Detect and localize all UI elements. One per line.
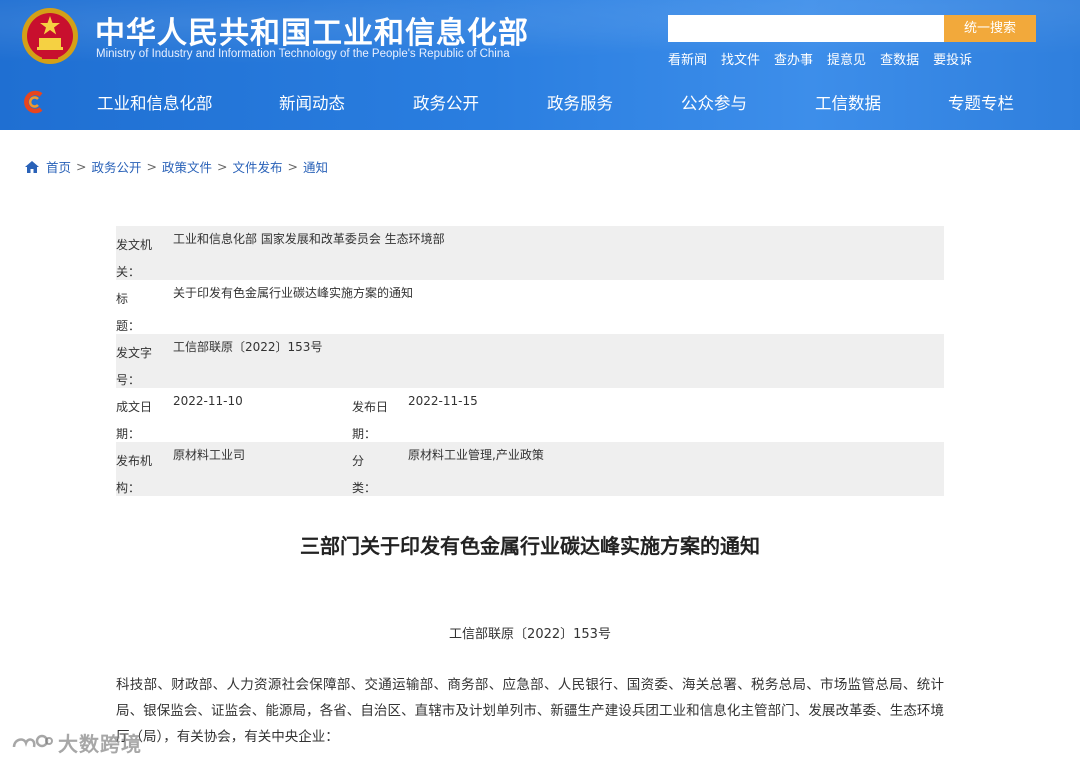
meta-label: 发布日期：	[352, 400, 389, 441]
search-button[interactable]: 统一搜索	[944, 15, 1036, 42]
meta-label: 标 题：	[116, 292, 153, 333]
nav-item-special-topics[interactable]: 专题专栏	[948, 90, 1014, 114]
site-subtitle: Ministry of Industry and Information Tec…	[96, 48, 510, 60]
meta-row-dates: 成文日期： 2022-11-10 发布日期： 2022-11-15	[116, 388, 944, 442]
document-metadata: 发文机关： 工业和信息化部 国家发展和改革委员会 生态环境部 标 题： 关于印发…	[116, 226, 944, 496]
meta-row-publisher: 发布机构： 原材料工业司 分 类： 原材料工业管理,产业政策	[116, 442, 944, 496]
nav-item-data[interactable]: 工信数据	[815, 90, 881, 114]
meta-row-issuer: 发文机关： 工业和信息化部 国家发展和改革委员会 生态环境部	[116, 226, 944, 280]
breadcrumb-file-release[interactable]: 文件发布	[233, 157, 283, 176]
meta-value-published-date: 2022-11-15	[408, 394, 478, 408]
nav-item-ministry[interactable]: 工业和信息化部	[97, 90, 213, 114]
breadcrumb-separator: >	[76, 159, 87, 174]
meta-value-doc-no: 工信部联原〔2022〕153号	[173, 340, 323, 354]
breadcrumb-home[interactable]: 首页	[46, 157, 71, 176]
quick-link-services[interactable]: 查办事	[774, 49, 813, 68]
quick-link-feedback[interactable]: 提意见	[827, 49, 866, 68]
home-icon[interactable]	[24, 159, 40, 175]
breadcrumb-gov-affairs[interactable]: 政务公开	[92, 157, 142, 176]
meta-row-doc-no: 发文字号： 工信部联原〔2022〕153号	[116, 334, 944, 388]
watermark: 大数跨境	[10, 728, 142, 757]
meta-label: 分 类：	[352, 454, 389, 495]
breadcrumb-policy-files[interactable]: 政策文件	[162, 157, 212, 176]
article-doc-number: 工信部联原〔2022〕153号	[449, 627, 611, 642]
quick-link-complaint[interactable]: 要投诉	[933, 49, 972, 68]
main-navbar: 工业和信息化部 新闻动态 政务公开 政务服务 公众参与 工信数据 专题专栏	[0, 76, 1080, 130]
breadcrumb-separator: >	[217, 159, 228, 174]
meta-value-title: 关于印发有色金属行业碳达峰实施方案的通知	[173, 286, 414, 300]
breadcrumb-separator: >	[287, 159, 298, 174]
watermark-text: 大数跨境	[58, 732, 142, 756]
meta-row-title: 标 题： 关于印发有色金属行业碳达峰实施方案的通知	[116, 280, 944, 334]
meta-label: 发文字号：	[116, 346, 153, 387]
quick-link-data[interactable]: 查数据	[880, 49, 919, 68]
nav-item-gov-services[interactable]: 政务服务	[547, 90, 613, 114]
article-title: 三部门关于印发有色金属行业碳达峰实施方案的通知	[300, 534, 760, 558]
search-input[interactable]	[668, 15, 944, 42]
quick-links: 看新闻 找文件 查办事 提意见 查数据 要投诉	[668, 49, 986, 68]
meta-value-category: 原材料工业管理,产业政策	[408, 448, 544, 462]
nav-item-gov-affairs[interactable]: 政务公开	[413, 90, 479, 114]
site-title[interactable]: 中华人民共和国工业和信息化部	[95, 8, 529, 52]
meta-value-written-date: 2022-11-10	[173, 394, 243, 408]
site-header: 中华人民共和国工业和信息化部 Ministry of Industry and …	[0, 0, 1080, 130]
nav-item-news[interactable]: 新闻动态	[279, 90, 345, 114]
meta-value-publisher: 原材料工业司	[173, 448, 246, 462]
quick-link-news[interactable]: 看新闻	[668, 49, 707, 68]
breadcrumb-separator: >	[146, 159, 157, 174]
quick-link-files[interactable]: 找文件	[721, 49, 760, 68]
article-recipients: 科技部、财政部、人力资源社会保障部、交通运输部、商务部、应急部、人民银行、国资委…	[116, 677, 944, 745]
meta-label: 成文日期：	[116, 400, 153, 441]
meta-value-issuer: 工业和信息化部 国家发展和改革委员会 生态环境部	[173, 232, 445, 246]
national-emblem-icon[interactable]	[20, 6, 80, 66]
breadcrumb-notice[interactable]: 通知	[303, 157, 328, 176]
watermark-logo-icon	[12, 734, 53, 747]
nav-item-public-participation[interactable]: 公众参与	[681, 90, 747, 114]
miit-logo-icon[interactable]	[22, 89, 48, 115]
meta-label: 发文机关：	[116, 238, 153, 279]
breadcrumb: 首页 > 政务公开 > 政策文件 > 文件发布 > 通知	[24, 157, 328, 176]
meta-label: 发布机构：	[116, 454, 153, 495]
